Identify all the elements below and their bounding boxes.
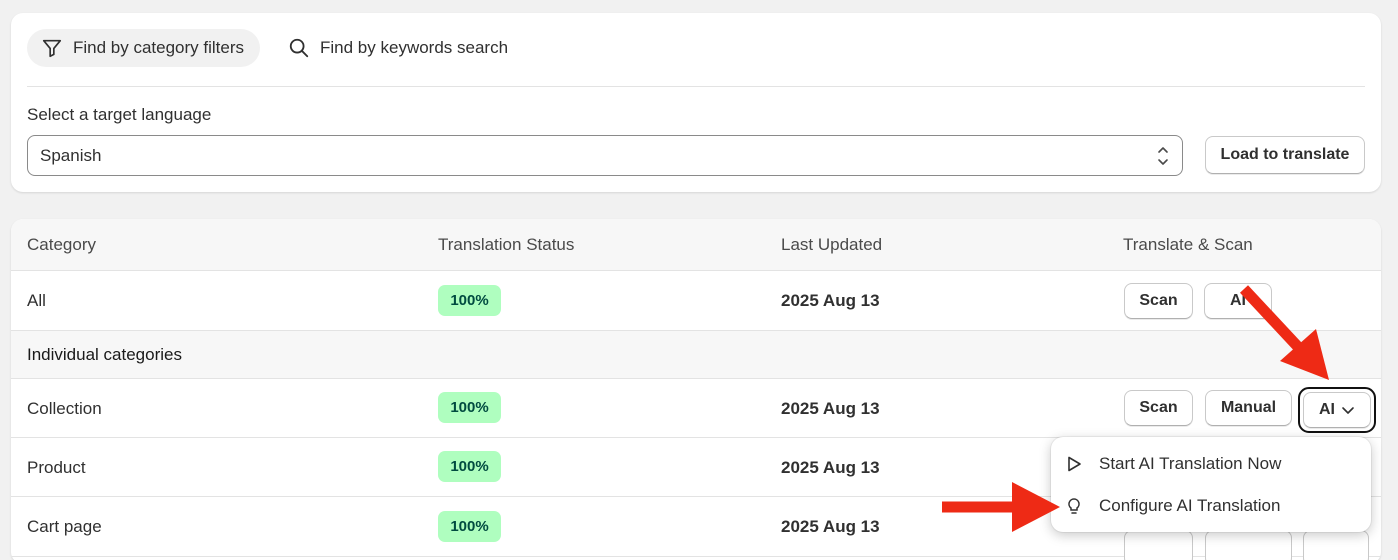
load-to-translate-button[interactable]: Load to translate [1205,136,1365,174]
scan-button[interactable]: Scan [1124,390,1193,426]
header-category: Category [27,235,96,254]
divider [27,86,1365,87]
status-badge: 100% [438,511,501,542]
header-status: Translation Status [438,235,575,254]
manual-button[interactable] [1205,530,1292,560]
red-arrow-icon [1239,285,1329,380]
ai-dropdown-button[interactable]: AI [1303,392,1371,428]
red-arrow-icon [942,482,1060,532]
table-row-all: All 100% 2025 Aug 13 Scan AI [11,271,1381,331]
table-header: Category Translation Status Last Updated… [11,219,1381,271]
tab-category-filters[interactable]: Find by category filters [27,29,261,67]
status-badge: 100% [438,392,501,423]
ai-button-label: AI [1319,401,1335,418]
menu-item-label: Configure AI Translation [1099,496,1281,515]
menu-item-label: Start AI Translation Now [1099,454,1282,473]
filter-card: Find by category filters Find by keyword… [11,13,1381,192]
chevron-up-down-icon [1158,147,1168,165]
last-updated: 2025 Aug 13 [781,517,880,536]
play-icon [1068,456,1081,472]
status-badge: 100% [438,285,501,316]
ai-button[interactable] [1303,530,1369,560]
ai-dropdown-menu: Start AI Translation Now Configure AI Tr… [1051,437,1371,532]
category-name: Cart page [27,517,102,536]
section-label: Individual categories [27,345,182,364]
lightbulb-icon [1068,498,1080,514]
scan-button[interactable] [1124,530,1193,560]
category-name: Product [27,458,86,477]
header-updated: Last Updated [781,235,883,254]
search-icon [289,38,309,58]
menu-item-configure-ai-translation[interactable]: Configure AI Translation [1065,496,1280,516]
menu-item-start-ai-translation[interactable]: Start AI Translation Now [1065,454,1281,474]
status-badge: 100% [438,451,501,482]
tab-label: Find by category filters [73,38,245,57]
last-updated: 2025 Aug 13 [781,291,880,310]
section-header-row: Individual categories [11,331,1381,379]
filter-tabs: Find by category filters Find by keyword… [27,29,524,67]
header-translate-scan: Translate & Scan [1123,235,1253,254]
filter-icon [42,39,62,58]
category-name: All [27,291,46,310]
tab-label: Find by keywords search [320,38,509,57]
category-name: Collection [27,399,102,418]
last-updated: 2025 Aug 13 [781,399,880,418]
scan-button[interactable]: Scan [1124,283,1193,319]
chevron-down-icon [1342,407,1354,414]
language-select[interactable]: Spanish [27,135,1183,176]
tab-keywords-search[interactable]: Find by keywords search [274,29,524,67]
last-updated: 2025 Aug 13 [781,458,880,477]
language-label: Select a target language [27,105,212,124]
language-value: Spanish [40,145,102,165]
manual-button[interactable]: Manual [1205,390,1292,426]
table-row: Collection 100% 2025 Aug 13 Scan Manual [11,379,1381,438]
